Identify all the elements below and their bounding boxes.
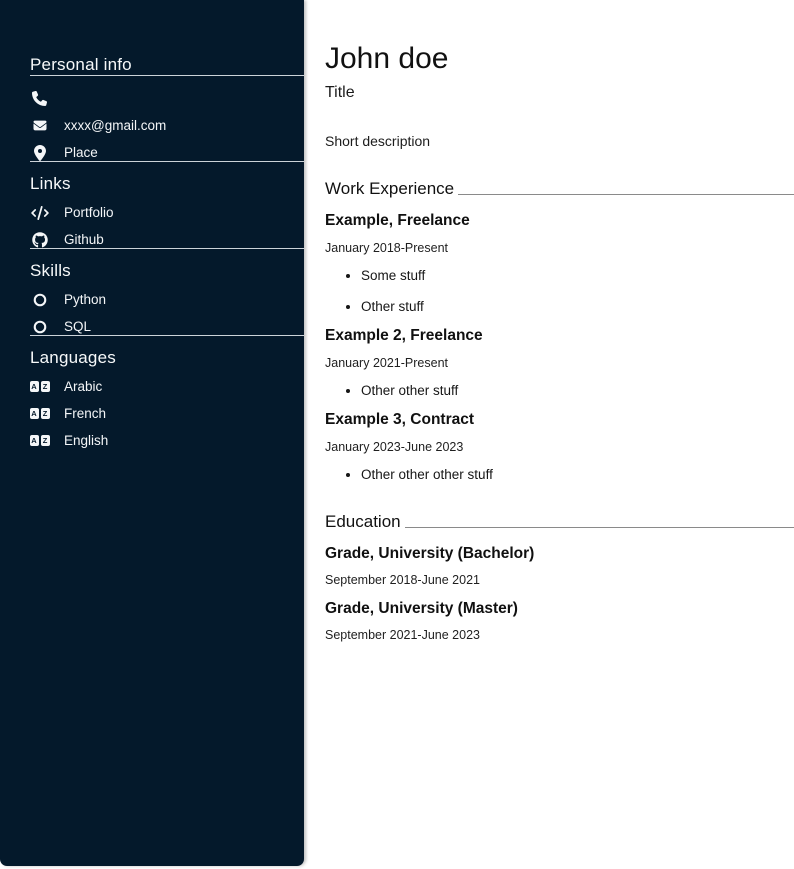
skill-label: SQL — [64, 319, 91, 334]
language-icon-z: Z — [41, 435, 50, 446]
contact-row-phone — [30, 90, 304, 107]
education-entry-title: Grade, University (Bachelor) — [325, 545, 794, 563]
language-row-english: AZ English — [30, 432, 304, 449]
language-label: French — [64, 406, 106, 421]
bullet-item: Some stuff — [361, 268, 794, 283]
work-entry-date: January 2018-Present — [325, 241, 794, 255]
link-row-github[interactable]: Github — [30, 231, 304, 248]
bullet-item: Other other other stuff — [361, 467, 794, 482]
languages-list: AZ Arabic AZ French AZ English — [30, 378, 304, 449]
language-icon: AZ — [30, 408, 49, 419]
education-heading: Education — [325, 512, 794, 532]
education-entry: Grade, University (Bachelor) September 2… — [325, 545, 794, 587]
divider — [30, 335, 304, 336]
place-value: Place — [64, 145, 98, 160]
contact-list: xxxx@gmail.com Place — [30, 90, 304, 161]
language-label: Arabic — [64, 379, 102, 394]
work-entry-bullets: Some stuff Other stuff — [325, 268, 794, 314]
language-icon-z: Z — [41, 408, 50, 419]
envelope-icon — [30, 119, 49, 132]
email-value: xxxx@gmail.com — [64, 118, 166, 133]
education-entry-title: Grade, University (Master) — [325, 600, 794, 618]
divider — [30, 248, 304, 249]
map-pin-icon — [30, 145, 49, 161]
code-icon — [30, 206, 49, 220]
divider — [30, 161, 304, 162]
contact-row-place: Place — [30, 144, 304, 161]
language-icon-a: A — [30, 408, 39, 419]
github-link-label: Github — [64, 232, 104, 247]
work-entry-date: January 2021-Present — [325, 356, 794, 370]
bullet-item: Other stuff — [361, 299, 794, 314]
skill-row-python: Python — [30, 291, 304, 308]
work-entry-title: Example 2, Freelance — [325, 327, 794, 345]
skill-row-sql: SQL — [30, 318, 304, 335]
circle-icon — [30, 320, 49, 334]
education-entry-date: September 2018-June 2021 — [325, 573, 794, 587]
heading-rule — [405, 527, 794, 528]
skills-heading: Skills — [30, 261, 304, 281]
personal-info-heading: Personal info — [30, 55, 304, 75]
language-label: English — [64, 433, 108, 448]
language-row-arabic: AZ Arabic — [30, 378, 304, 395]
work-entry: Example 2, Freelance January 2021-Presen… — [325, 327, 794, 398]
link-row-portfolio[interactable]: Portfolio — [30, 204, 304, 221]
education-heading-text: Education — [325, 512, 405, 532]
language-icon-a: A — [30, 435, 39, 446]
short-description: Short description — [325, 133, 794, 149]
work-experience-heading-text: Work Experience — [325, 179, 458, 199]
work-entry: Example, Freelance January 2018-Present … — [325, 212, 794, 314]
links-heading: Links — [30, 174, 304, 194]
links-list: Portfolio Github — [30, 204, 304, 248]
skill-label: Python — [64, 292, 106, 307]
bullet-item: Other other stuff — [361, 383, 794, 398]
circle-icon — [30, 293, 49, 307]
work-entry-date: January 2023-June 2023 — [325, 440, 794, 454]
candidate-title: Title — [325, 84, 794, 102]
work-entry-title: Example 3, Contract — [325, 411, 794, 429]
language-icon: AZ — [30, 381, 49, 392]
languages-heading: Languages — [30, 348, 304, 368]
education-entry: Grade, University (Master) September 202… — [325, 600, 794, 642]
language-icon-a: A — [30, 381, 39, 392]
resume-body: John doe Title Short description Work Ex… — [304, 0, 794, 869]
language-row-french: AZ French — [30, 405, 304, 422]
phone-icon — [30, 91, 49, 106]
contact-row-email: xxxx@gmail.com — [30, 117, 304, 134]
portfolio-link-label: Portfolio — [64, 205, 114, 220]
github-icon — [30, 232, 49, 248]
language-icon-z: Z — [41, 381, 50, 392]
work-entry-bullets: Other other other stuff — [325, 467, 794, 482]
heading-rule — [458, 194, 794, 195]
education-entry-date: September 2021-June 2023 — [325, 628, 794, 642]
resume-page: Personal info xxxx@gmail.com Place — [0, 0, 794, 869]
work-entry-title: Example, Freelance — [325, 212, 794, 230]
language-icon: AZ — [30, 435, 49, 446]
work-experience-heading: Work Experience — [325, 179, 794, 199]
work-entry: Example 3, Contract January 2023-June 20… — [325, 411, 794, 482]
divider — [30, 75, 304, 76]
work-entry-bullets: Other other stuff — [325, 383, 794, 398]
candidate-name: John doe — [325, 42, 794, 75]
skills-list: Python SQL — [30, 291, 304, 335]
sidebar: Personal info xxxx@gmail.com Place — [0, 0, 304, 866]
